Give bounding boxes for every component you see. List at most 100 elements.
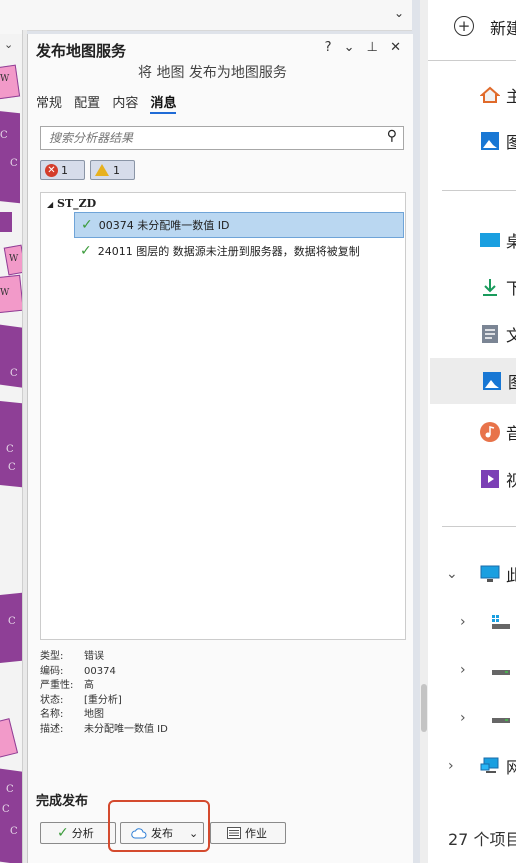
map-label: C — [10, 158, 18, 169]
nav-item-label: 网 — [506, 758, 516, 777]
map-label: C — [8, 616, 16, 627]
detail-key: 严重性: — [40, 680, 74, 691]
chevron-right-icon[interactable]: › — [448, 758, 454, 774]
detail-key: 类型: — [40, 651, 64, 662]
nav-item-gallery[interactable]: 图 — [428, 118, 516, 164]
nav-item-network[interactable]: › 网 — [428, 743, 516, 789]
pictures-icon — [483, 372, 501, 390]
nav-item-music[interactable]: 音 — [428, 409, 516, 455]
nav-item-desktop[interactable]: 桌 — [428, 217, 516, 263]
map-label: C — [8, 462, 16, 473]
new-label: 新建 — [490, 19, 516, 38]
publish-map-service-pane: 发布地图服务 ? ⌄ ⊥ ✕ 将 地图 发布为地图服务 常规 配置 内容 消息 … — [27, 34, 413, 863]
windows-drive-icon — [492, 615, 510, 629]
search-icon[interactable]: ⚲ — [387, 128, 397, 144]
nav-item-downloads[interactable]: 下 — [428, 264, 516, 310]
nav-item-pictures[interactable]: 图 — [430, 358, 516, 404]
chevron-down-icon[interactable]: ⌄ — [446, 566, 458, 582]
gallery-icon — [481, 132, 499, 150]
message-row[interactable]: ✓ 00374 未分配唯一数值 ID — [74, 212, 404, 238]
map-label: C — [10, 368, 18, 379]
tab-configuration[interactable]: 配置 — [74, 92, 100, 111]
warning-icon — [95, 164, 109, 176]
detail-key: 状态: — [40, 694, 64, 706]
map-canvas[interactable]: ⌄ W C C W W C C C C C C C — [0, 0, 22, 863]
detail-value: 00374 — [84, 665, 116, 677]
check-icon: ✓ — [57, 825, 69, 841]
error-icon: ✕ — [45, 163, 58, 177]
tab-content[interactable]: 内容 — [112, 92, 138, 111]
pane-header-buttons[interactable]: ? ⌄ ⊥ ✕ — [325, 40, 405, 55]
message-text: 00374 未分配唯一数值 ID — [98, 219, 230, 232]
scrollbar[interactable] — [420, 0, 428, 863]
desktop-icon — [480, 233, 500, 247]
analyze-button[interactable]: ✓ 分析 — [40, 822, 116, 844]
footer-title: 完成发布 — [36, 794, 89, 809]
map-label: W — [0, 74, 10, 84]
errors-filter-button[interactable]: ✕ 1 — [40, 160, 85, 180]
tab-general[interactable]: 常规 — [36, 92, 62, 111]
chevron-right-icon[interactable]: › — [460, 614, 466, 630]
nav-item-label: 主 — [506, 87, 516, 106]
nav-item-videos[interactable]: 视 — [428, 456, 516, 502]
tab-bar: 常规 配置 内容 消息 — [36, 92, 184, 114]
chevron-right-icon[interactable]: › — [460, 662, 466, 678]
network-icon — [480, 757, 499, 773]
map-label: C — [2, 804, 10, 815]
divider — [442, 526, 516, 527]
map-label: C — [6, 784, 14, 795]
status-item-count: 27 个项目 — [448, 830, 516, 849]
nav-item-label: 视 — [506, 471, 516, 490]
nav-item-this-pc[interactable]: ⌄ 此 — [428, 551, 516, 597]
detail-value: 错误 — [84, 651, 104, 662]
detail-value: 地图 — [84, 709, 104, 720]
detail-value: [重分析] — [84, 694, 122, 706]
nav-item-label: 桌 — [506, 232, 516, 251]
map-feature — [0, 110, 20, 204]
drive-icon — [492, 670, 510, 675]
map-feature — [0, 212, 12, 232]
divider — [442, 190, 516, 191]
warnings-count: 1 — [113, 163, 120, 177]
chevron-left-icon: ⌄ — [4, 38, 14, 51]
new-button[interactable]: + 新建 — [428, 4, 516, 50]
map-label: C — [10, 826, 18, 837]
map-top-area — [0, 0, 22, 34]
nav-item-home[interactable]: 主 — [428, 72, 516, 118]
expand-triangle-icon[interactable]: ◢ — [47, 199, 53, 209]
nav-item-label: 音 — [506, 424, 516, 443]
detail-value: 高 — [84, 680, 94, 691]
tree-root[interactable]: ◢ ST_ZD — [47, 197, 96, 210]
warnings-filter-button[interactable]: 1 — [90, 160, 135, 180]
message-details: 类型: 错误 编码: 00374 严重性: 高 状态: [重分析] 名称: 地图 描述: 未… — [40, 650, 168, 737]
search-input[interactable] — [47, 127, 371, 149]
check-icon: ✓ — [81, 217, 93, 233]
pane-title: 发布地图服务 — [36, 42, 127, 60]
computer-icon — [480, 565, 500, 582]
nav-item-drive[interactable]: › — [428, 599, 516, 645]
map-feature — [0, 592, 22, 664]
tree-root-label: ST_ZD — [57, 197, 97, 210]
job-button[interactable]: 作业 — [210, 822, 286, 844]
chevron-right-icon[interactable]: › — [460, 710, 466, 726]
pane-subtitle: 将 地图 发布为地图服务 — [138, 65, 287, 81]
highlight-annotation — [108, 800, 210, 852]
nav-item-drive[interactable]: › — [428, 647, 516, 693]
nav-item-label: 下 — [506, 279, 516, 298]
nav-item-drive[interactable]: › — [428, 695, 516, 741]
nav-item-documents[interactable]: 文 — [428, 311, 516, 357]
video-icon — [481, 470, 499, 488]
analyze-label: 分析 — [71, 827, 94, 840]
detail-value: 未分配唯一数值 ID — [84, 723, 168, 735]
search-box: ⚲ — [40, 126, 404, 150]
nav-item-label: 此 — [506, 566, 516, 585]
errors-count: 1 — [61, 163, 68, 177]
chevron-down-icon[interactable]: ⌄ — [394, 6, 404, 20]
plus-icon: + — [454, 16, 474, 36]
map-label: W — [9, 254, 19, 264]
detail-key: 编码: — [40, 665, 64, 677]
map-label: C — [6, 444, 14, 455]
scrollbar-thumb[interactable] — [421, 684, 427, 732]
message-row[interactable]: ✓ 24011 图层的 数据源未注册到服务器，数据将被复制 — [74, 238, 404, 264]
tab-messages[interactable]: 消息 — [150, 92, 177, 114]
